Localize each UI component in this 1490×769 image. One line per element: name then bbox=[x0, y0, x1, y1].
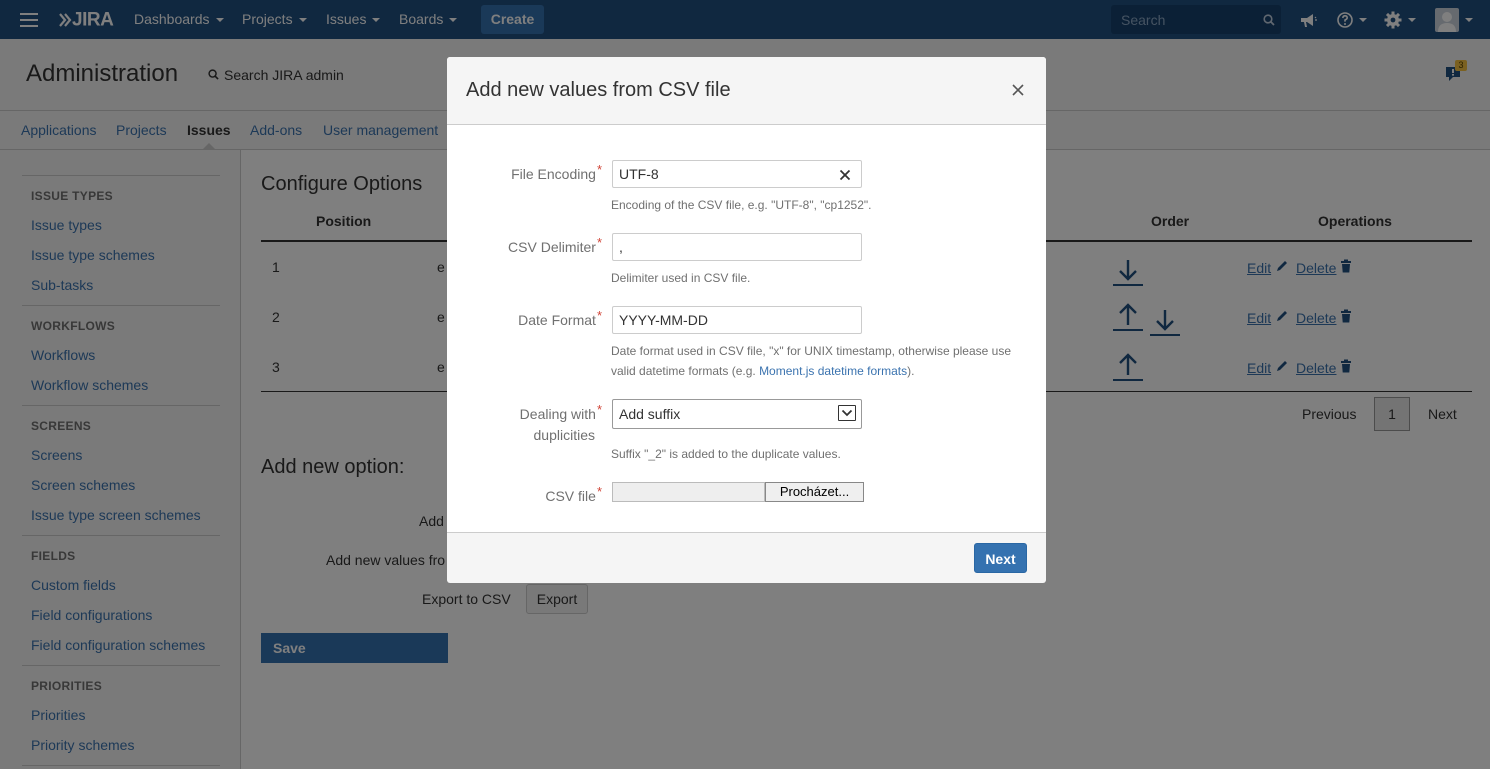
required-marker: * bbox=[596, 308, 602, 323]
required-marker: * bbox=[596, 235, 602, 250]
csv-file-path-field[interactable] bbox=[612, 482, 765, 502]
required-marker: * bbox=[596, 402, 602, 417]
csv-delimiter-input[interactable] bbox=[612, 233, 862, 261]
required-marker: * bbox=[596, 162, 602, 177]
csv-file-label: CSV file* bbox=[545, 484, 602, 504]
chevron-down-icon bbox=[841, 409, 853, 417]
browse-file-button[interactable]: Procházet... bbox=[765, 482, 864, 502]
momentjs-formats-link[interactable]: Moment.js datetime formats bbox=[759, 364, 907, 378]
csv-delimiter-help: Delimiter used in CSV file. bbox=[611, 271, 751, 285]
clear-field-icon[interactable] bbox=[839, 169, 851, 181]
duplicities-help: Suffix "_2" is added to the duplicate va… bbox=[611, 447, 841, 461]
file-encoding-label: File Encoding* bbox=[511, 162, 602, 182]
dialog-footer bbox=[447, 532, 1046, 583]
file-encoding-input[interactable] bbox=[612, 160, 862, 188]
dialog-title: Add new values from CSV file bbox=[466, 79, 731, 101]
duplicities-select[interactable]: Add suffix bbox=[612, 399, 862, 429]
duplicities-label: Dealing with* duplicities bbox=[519, 402, 602, 443]
date-format-input[interactable] bbox=[612, 306, 862, 334]
next-button[interactable]: Next bbox=[974, 543, 1027, 573]
csv-delimiter-label: CSV Delimiter* bbox=[508, 235, 602, 255]
required-marker: * bbox=[596, 484, 602, 499]
date-format-help: Date format used in CSV file, "x" for UN… bbox=[611, 344, 1012, 378]
csv-import-dialog: Add new values from CSV file File Encodi… bbox=[447, 57, 1046, 583]
close-icon[interactable] bbox=[1008, 80, 1028, 100]
date-format-label: Date Format* bbox=[518, 308, 602, 328]
file-encoding-help: Encoding of the CSV file, e.g. "UTF-8", … bbox=[611, 198, 872, 212]
dropdown-toggle[interactable] bbox=[838, 405, 856, 421]
